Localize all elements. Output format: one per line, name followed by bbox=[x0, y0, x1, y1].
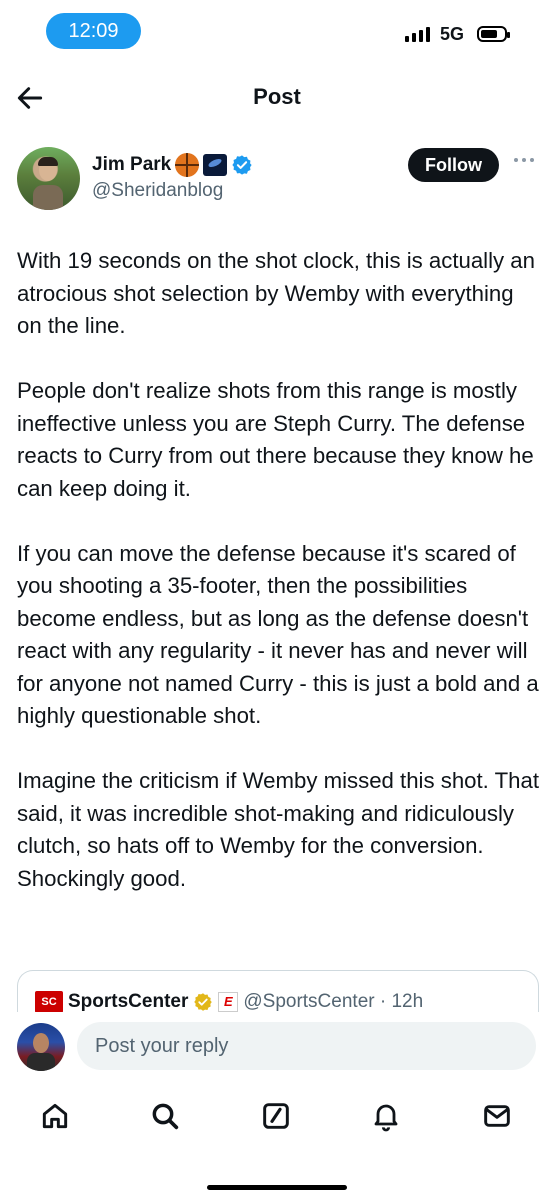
sportscenter-logo: SC bbox=[35, 991, 63, 1013]
post-paragraph: If you can move the defense because it's… bbox=[17, 540, 539, 729]
home-indicator bbox=[207, 1185, 347, 1190]
header: Post bbox=[0, 70, 554, 126]
author-handle[interactable]: @Sheridanblog bbox=[92, 180, 223, 202]
post-paragraph: People don't realize shots from this ran… bbox=[17, 378, 534, 501]
page-title: Post bbox=[253, 84, 301, 109]
signal-strength-icon bbox=[405, 27, 430, 42]
follow-button[interactable]: Follow bbox=[408, 148, 499, 182]
reply-bar bbox=[0, 1012, 554, 1082]
quoted-post-header: SC SportsCenter E @SportsCenter · 12h bbox=[35, 991, 423, 1013]
battery-icon bbox=[477, 26, 510, 42]
bottom-nav bbox=[0, 1090, 554, 1144]
gold-verified-icon bbox=[194, 993, 213, 1011]
post-text: With 19 seconds on the shot clock, this … bbox=[17, 245, 542, 928]
status-bar: 12:09 5G bbox=[0, 0, 554, 64]
compose-icon[interactable] bbox=[260, 1100, 292, 1132]
galaxy-icon bbox=[203, 154, 228, 176]
author-row: Jim Park @Sheridanblog Follow bbox=[0, 145, 554, 215]
espn-badge-icon: E bbox=[218, 992, 239, 1012]
reply-input[interactable] bbox=[77, 1022, 536, 1070]
author-avatar[interactable] bbox=[17, 147, 80, 210]
notifications-icon[interactable] bbox=[370, 1100, 402, 1132]
quoted-author-name: SportsCenter bbox=[68, 991, 189, 1012]
verified-icon bbox=[232, 155, 252, 175]
network-type: 5G bbox=[440, 24, 465, 44]
messages-icon[interactable] bbox=[481, 1100, 513, 1132]
author-name[interactable]: Jim Park bbox=[92, 154, 171, 176]
user-avatar[interactable] bbox=[17, 1023, 65, 1071]
post-paragraph: With 19 seconds on the shot clock, this … bbox=[17, 248, 535, 338]
search-icon[interactable] bbox=[149, 1100, 181, 1132]
home-icon[interactable] bbox=[39, 1100, 71, 1132]
status-time: 12:09 bbox=[46, 13, 141, 49]
author-name-line: Jim Park bbox=[92, 153, 253, 177]
basketball-icon bbox=[175, 153, 200, 177]
more-dots-icon[interactable] bbox=[513, 155, 535, 165]
post-paragraph: Imagine the criticism if Wemby missed th… bbox=[17, 768, 539, 891]
quoted-handle-time: @SportsCenter · 12h bbox=[243, 991, 424, 1012]
